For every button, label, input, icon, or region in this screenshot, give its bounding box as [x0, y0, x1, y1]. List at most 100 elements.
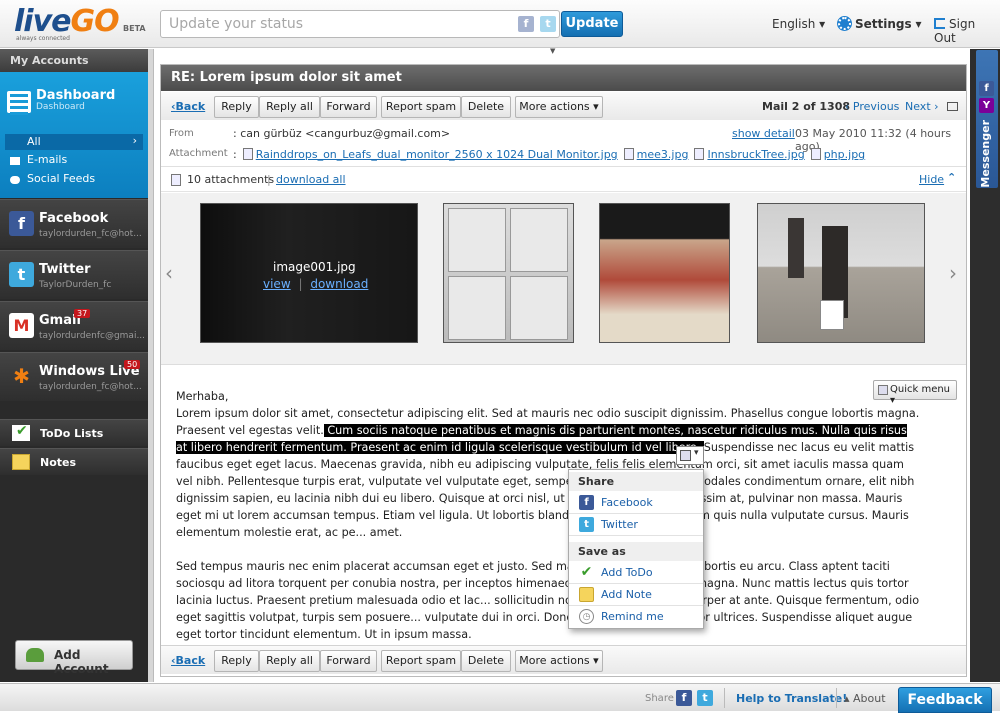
reply-button[interactable]: Reply [214, 96, 259, 118]
feedback-button[interactable]: Feedback [898, 687, 992, 713]
filter-emails[interactable]: E-mails [27, 153, 67, 166]
share-facebook[interactable]: f Facebook [569, 492, 703, 514]
report-spam-button[interactable]: Report spam [381, 650, 461, 672]
chevron-up-icon[interactable]: ⌃ [947, 171, 956, 184]
attachment-thumbnail[interactable] [599, 203, 730, 343]
more-actions-button[interactable]: More actions ▾ [515, 650, 603, 672]
account-gmail[interactable]: M Gmail 37 taylordurdenfc@gmai... [0, 301, 148, 350]
attachment-icon [171, 174, 181, 186]
filter-all[interactable]: All › [5, 134, 143, 150]
chevron-down-icon: ▾ [819, 17, 826, 31]
forward-button[interactable]: Forward [320, 650, 377, 672]
delete-button[interactable]: Delete [461, 650, 511, 672]
about-link[interactable]: ▴ About [844, 692, 886, 705]
account-twitter[interactable]: t Twitter TaylorDurden_fc [0, 250, 148, 299]
hide-link[interactable]: Hide [919, 173, 944, 186]
settings-menu[interactable]: Settings ▾ [838, 17, 922, 31]
forward-button[interactable]: Forward [320, 96, 377, 118]
attachment-link[interactable]: Rainddrops_on_Leafs_dual_monitor_2560 x … [256, 148, 618, 161]
sidebar-resize-handle[interactable] [148, 49, 154, 682]
mail-header: From : can gürbüz <cangurbuz@gmail.com> … [161, 120, 966, 167]
attachment-link[interactable]: InnsbruckTree.jpg [707, 148, 804, 161]
selection-menu-trigger[interactable]: ▾ [676, 446, 704, 465]
livego-logo[interactable]: liveGO BETA always connected [14, 4, 146, 44]
share-popup: Share f Facebook t Twitter Save as ✔ Add To… [568, 469, 704, 629]
delete-button[interactable]: Delete [461, 96, 511, 118]
account-windows-live[interactable]: ✱ Windows Live 50 taylordurden_fc@hot... [0, 352, 148, 401]
download-all-link[interactable]: download all [276, 173, 346, 186]
popout-icon[interactable] [947, 102, 958, 111]
paragraph-1: Lorem ipsum dolor sit amet, consectetur … [176, 407, 920, 539]
dashboard-subtitle: Dashboard [36, 102, 85, 112]
sidebar-item-notes[interactable]: Notes [0, 448, 148, 475]
reply-all-button[interactable]: Reply all [259, 96, 320, 118]
account-facebook[interactable]: f Facebook taylordurden_fc@hot... [0, 199, 148, 248]
back-link[interactable]: ‹Back [171, 100, 205, 113]
share-twitter[interactable]: t Twitter [569, 514, 703, 536]
twitter-icon[interactable]: t [540, 16, 556, 32]
reply-button[interactable]: Reply [214, 650, 259, 672]
view-link[interactable]: view [263, 277, 291, 291]
collapse-header-icon[interactable]: ▼ [550, 47, 555, 55]
mail-toolbar-bottom: ‹Back Reply Reply all Forward Report spa… [161, 645, 966, 674]
previous-link[interactable]: ‹ Previous [845, 100, 899, 113]
attachment-thumbnail[interactable] [757, 203, 925, 343]
attachment-icon [242, 148, 253, 160]
twitter-icon: t [579, 517, 594, 532]
facebook-icon[interactable]: f [518, 16, 534, 32]
filter-social-feeds[interactable]: Social Feeds [27, 172, 95, 185]
facebook-icon[interactable]: f [676, 690, 692, 706]
add-account-button[interactable]: Add Account [15, 640, 133, 676]
sidebar-item-todo-lists[interactable]: ✔ ToDo Lists [0, 419, 148, 446]
email-icon [10, 157, 20, 165]
note-icon [12, 454, 30, 470]
status-input[interactable]: Update your status [160, 10, 560, 38]
mail-position: Mail 2 of 1308 [762, 100, 851, 113]
show-detail-link[interactable]: show detail [732, 127, 795, 140]
signout-icon [934, 18, 945, 29]
greeting: Merhaba, [176, 390, 229, 403]
attachment-gallery: ‹ image001.jpg view | download › [161, 193, 966, 365]
attachment-link[interactable]: php.jpg [824, 148, 865, 161]
reply-all-button[interactable]: Reply all [259, 650, 320, 672]
windows-live-icon: ✱ [13, 364, 30, 388]
next-link[interactable]: Next › [905, 100, 939, 113]
attachment-link[interactable]: mee3.jpg [637, 148, 689, 161]
chevron-left-icon[interactable]: ‹ [165, 261, 173, 285]
update-button[interactable]: Update [561, 11, 623, 37]
twitter-icon[interactable]: t [697, 690, 713, 706]
save-as-heading: Save as [569, 542, 703, 561]
checkmark-icon: ✔ [580, 564, 593, 580]
attachment-thumbnail[interactable]: image001.jpg view | download [200, 203, 418, 343]
language-select[interactable]: English ▾ [772, 17, 825, 31]
back-link[interactable]: ‹Back [171, 654, 205, 667]
save-add-note[interactable]: Add Note [569, 584, 703, 606]
gear-icon [838, 17, 851, 30]
attachment-thumbnail[interactable] [443, 203, 574, 343]
attachment-icon [694, 148, 705, 160]
todo-checklist-icon: ✔ [12, 423, 30, 441]
thumbnail-filename: image001.jpg [273, 260, 356, 274]
messenger-tab[interactable]: f Y Messenger [976, 50, 998, 188]
save-remind-me[interactable]: ◷ Remind me [569, 606, 703, 628]
facebook-icon: f [9, 211, 34, 236]
facebook-icon: f [579, 495, 594, 510]
gmail-icon: M [9, 313, 34, 338]
more-actions-button[interactable]: More actions ▾ [515, 96, 603, 118]
signout-link[interactable]: Sign Out [934, 17, 1000, 45]
attachments-bar: 10 attachments | download all Hide ⌃ [161, 168, 966, 192]
unread-badge: 37 [74, 309, 91, 318]
download-link[interactable]: download [310, 277, 368, 291]
report-spam-button[interactable]: Report spam [381, 96, 461, 118]
yahoo-icon: Y [979, 98, 994, 113]
dashboard-panel[interactable]: Dashboard Dashboard All › E-mails Social … [0, 72, 148, 198]
sidebar: My Accounts Dashboard Dashboard All › E-m… [0, 49, 148, 682]
help-translate-link[interactable]: Help to Translate! [736, 692, 847, 705]
chevron-right-icon[interactable]: › [949, 261, 957, 285]
chevron-right-icon: › [132, 134, 137, 147]
unread-badge: 50 [124, 360, 141, 369]
save-add-todo[interactable]: ✔ Add ToDo [569, 562, 703, 584]
top-bar: liveGO BETA always connected Update your… [0, 0, 1000, 48]
share-label: Share [645, 693, 674, 704]
share-heading: Share [569, 472, 703, 491]
